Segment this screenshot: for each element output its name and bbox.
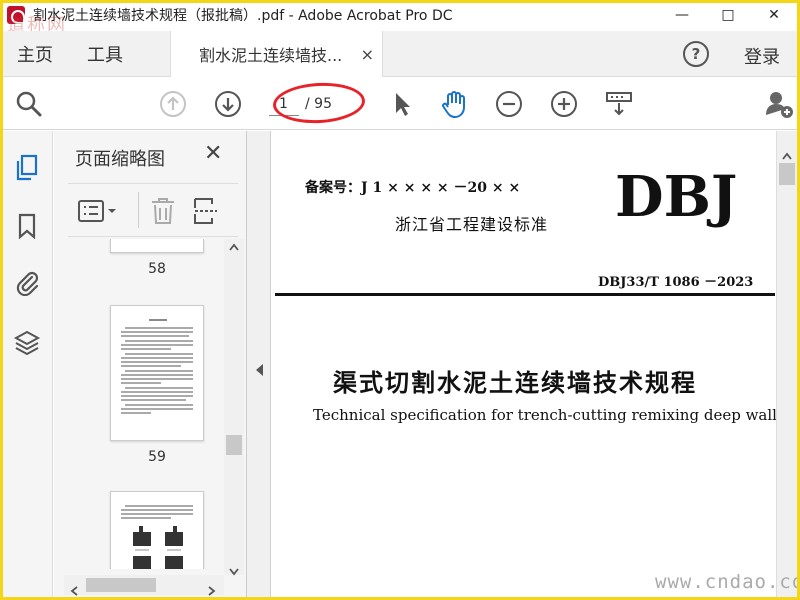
collapse-arrow-icon[interactable] bbox=[256, 361, 264, 380]
close-tab-button[interactable]: × bbox=[361, 45, 374, 64]
thumbnail-page-58[interactable] bbox=[110, 239, 204, 253]
panel-collapse-handle[interactable] bbox=[247, 131, 271, 597]
doc-scroll-thumb[interactable] bbox=[779, 163, 795, 185]
previous-page-icon[interactable] bbox=[157, 88, 189, 120]
document-title-cn: 渠式切割水泥土连续墙技术规程 bbox=[333, 368, 697, 397]
hand-tool-icon[interactable] bbox=[438, 88, 470, 120]
panel-close-icon[interactable]: ✕ bbox=[204, 141, 222, 166]
standard-number: DBJ33/T 1086 －2023 bbox=[598, 275, 754, 290]
zoom-out-icon[interactable] bbox=[493, 88, 525, 120]
tab-tools[interactable]: 工具 bbox=[87, 31, 123, 77]
header-rule bbox=[275, 293, 775, 296]
page-total: / 95 bbox=[305, 96, 332, 112]
scroll-left-arrow-icon[interactable] bbox=[70, 581, 78, 597]
main-toolbar: / 95 bbox=[3, 78, 797, 130]
thumbnail-page-59[interactable] bbox=[110, 305, 204, 441]
toolbar-divider bbox=[138, 192, 139, 228]
scroll-thumb[interactable] bbox=[226, 435, 242, 455]
document-view[interactable]: 备案号：J 1 × × × × －20 × × DBJ 浙江省工程建设标准 DB… bbox=[271, 131, 776, 597]
zoom-in-icon[interactable] bbox=[548, 88, 580, 120]
thumbnail-label-58: 58 bbox=[148, 261, 166, 277]
acrobat-app-icon bbox=[7, 6, 25, 24]
search-icon[interactable] bbox=[13, 88, 45, 120]
document-title-en: Technical specification for trench-cutti… bbox=[313, 406, 776, 424]
thumbnail-vertical-scrollbar[interactable] bbox=[224, 239, 244, 576]
attachments-icon[interactable] bbox=[12, 267, 42, 297]
dbj-logo: DBJ bbox=[615, 164, 738, 230]
maximize-button[interactable]: □ bbox=[705, 3, 751, 27]
scroll-right-arrow-icon[interactable] bbox=[208, 581, 216, 597]
navigation-rail bbox=[3, 131, 53, 597]
scroll-up-arrow-icon[interactable] bbox=[229, 243, 239, 254]
thumbnail-options-icon[interactable] bbox=[78, 198, 118, 228]
thumbnail-list: 58 59 bbox=[54, 239, 222, 569]
delete-page-icon[interactable] bbox=[148, 196, 178, 230]
select-cursor-icon[interactable] bbox=[386, 88, 418, 120]
page-navigator: / 95 bbox=[269, 91, 365, 117]
layers-icon[interactable] bbox=[12, 327, 42, 357]
page-thumbnails-icon[interactable] bbox=[12, 153, 42, 183]
acrobat-window: 割水泥土连续墙技术规程（报批稿）.pdf - Adobe Acrobat Pro… bbox=[3, 3, 797, 597]
title-bar: 割水泥土连续墙技术规程（报批稿）.pdf - Adobe Acrobat Pro… bbox=[3, 3, 797, 27]
panel-toolbar bbox=[68, 183, 238, 237]
tab-home[interactable]: 主页 bbox=[17, 31, 53, 77]
province-standard: 浙江省工程建设标准 bbox=[395, 215, 549, 234]
doc-scroll-up-arrow-icon[interactable] bbox=[782, 145, 792, 164]
watermark-bottom-right: www.cndao.com bbox=[655, 571, 797, 593]
thumbnail-horizontal-scrollbar[interactable] bbox=[64, 575, 224, 597]
thumbnails-panel: 页面缩略图 ✕ 58 59 bbox=[54, 131, 247, 597]
login-button[interactable]: 登录 bbox=[744, 43, 780, 69]
tab-bar: 主页 工具 割水泥土连续墙技... × ? 登录 bbox=[3, 31, 797, 77]
thumbnail-label-59: 59 bbox=[148, 449, 166, 465]
filing-number: 备案号：J 1 × × × × －20 × × bbox=[305, 180, 521, 196]
bookmarks-icon[interactable] bbox=[12, 211, 42, 241]
help-icon[interactable]: ? bbox=[683, 41, 709, 67]
document-tab-label: 割水泥土连续墙技... bbox=[199, 46, 343, 65]
window-title: 割水泥土连续墙技术规程（报批稿）.pdf - Adobe Acrobat Pro… bbox=[33, 8, 453, 24]
panel-title: 页面缩略图 bbox=[75, 149, 165, 170]
window-controls: — □ ✕ bbox=[659, 3, 797, 27]
next-page-icon[interactable] bbox=[212, 88, 244, 120]
close-window-button[interactable]: ✕ bbox=[751, 3, 797, 27]
minimize-button[interactable]: — bbox=[659, 3, 705, 27]
scroll-down-arrow-icon[interactable] bbox=[229, 561, 239, 580]
share-user-icon[interactable] bbox=[763, 88, 795, 120]
page-number-input[interactable] bbox=[269, 92, 299, 116]
horizontal-scroll-thumb[interactable] bbox=[86, 578, 156, 592]
document-vertical-scrollbar[interactable] bbox=[776, 131, 797, 597]
thumbnail-page-60[interactable] bbox=[110, 491, 204, 569]
extract-pages-icon[interactable] bbox=[192, 196, 222, 230]
tab-document[interactable]: 割水泥土连续墙技... × bbox=[170, 31, 383, 77]
page-layout-icon[interactable] bbox=[603, 88, 635, 120]
